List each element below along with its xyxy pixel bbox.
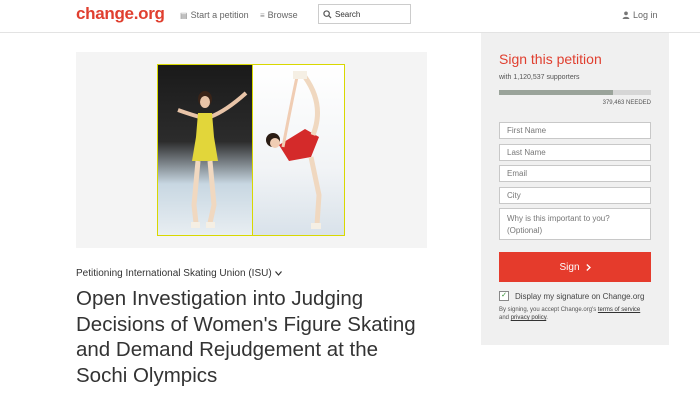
terms-prefix: By signing, you accept Change.org's bbox=[499, 307, 597, 313]
login-label: Log in bbox=[633, 10, 658, 20]
browse-link[interactable]: ≡ Browse bbox=[260, 10, 298, 20]
display-signature-row[interactable]: ✓ Display my signature on Change.org bbox=[499, 291, 644, 301]
sign-petition-heading: Sign this petition bbox=[499, 51, 602, 67]
sign-petition-panel: Sign this petition with 1,120,537 suppor… bbox=[481, 33, 669, 345]
list-icon: ≡ bbox=[260, 10, 265, 20]
progress-fill bbox=[499, 90, 613, 95]
chevron-right-icon bbox=[585, 263, 591, 271]
supporters-count: with 1,120,537 supporters bbox=[499, 74, 580, 81]
city-field[interactable] bbox=[499, 187, 651, 204]
privacy-link[interactable]: privacy policy bbox=[511, 315, 547, 321]
sign-button-label: Sign bbox=[559, 261, 580, 273]
logo[interactable]: change.org bbox=[76, 4, 165, 24]
megaphone-icon: ▤ bbox=[180, 10, 188, 20]
petition-target[interactable]: Petitioning International Skating Union … bbox=[76, 268, 282, 279]
search-icon bbox=[323, 9, 332, 19]
start-petition-label: Start a petition bbox=[190, 10, 249, 20]
login-link[interactable]: Log in bbox=[622, 10, 658, 20]
chevron-down-icon bbox=[274, 271, 282, 276]
progress-bar bbox=[499, 90, 651, 95]
photo-left-skater bbox=[158, 65, 252, 235]
sign-button[interactable]: Sign bbox=[499, 252, 651, 282]
email-field[interactable] bbox=[499, 165, 651, 182]
petition-target-label: Petitioning International Skating Union … bbox=[76, 268, 272, 279]
search-box[interactable] bbox=[318, 4, 411, 24]
terms-notice: By signing, you accept Change.org's term… bbox=[499, 306, 651, 322]
browse-label: Browse bbox=[267, 10, 298, 20]
skater-yellow-illustration bbox=[177, 91, 248, 228]
signatures-needed: 379,463 NEEDED bbox=[602, 100, 651, 106]
reason-field[interactable] bbox=[499, 208, 651, 240]
skater-red-illustration bbox=[266, 71, 322, 229]
last-name-field[interactable] bbox=[499, 144, 651, 161]
user-icon bbox=[622, 11, 630, 19]
petition-title: Open Investigation into Judging Decision… bbox=[76, 287, 416, 387]
petition-image-area bbox=[76, 52, 427, 248]
terms-end: . bbox=[546, 315, 548, 321]
photo-right-skater bbox=[252, 65, 344, 235]
top-bar: change.org ▤ Start a petition ≡ Browse L… bbox=[0, 0, 700, 33]
check-icon: ✓ bbox=[501, 292, 507, 299]
display-signature-label: Display my signature on Change.org bbox=[515, 291, 645, 301]
search-input[interactable] bbox=[335, 9, 405, 19]
petition-photo bbox=[157, 64, 345, 236]
first-name-field[interactable] bbox=[499, 122, 651, 139]
display-signature-checkbox[interactable]: ✓ bbox=[499, 291, 509, 301]
terms-and: and bbox=[499, 315, 510, 321]
start-petition-link[interactable]: ▤ Start a petition bbox=[180, 10, 249, 20]
terms-link[interactable]: terms of service bbox=[598, 307, 640, 313]
